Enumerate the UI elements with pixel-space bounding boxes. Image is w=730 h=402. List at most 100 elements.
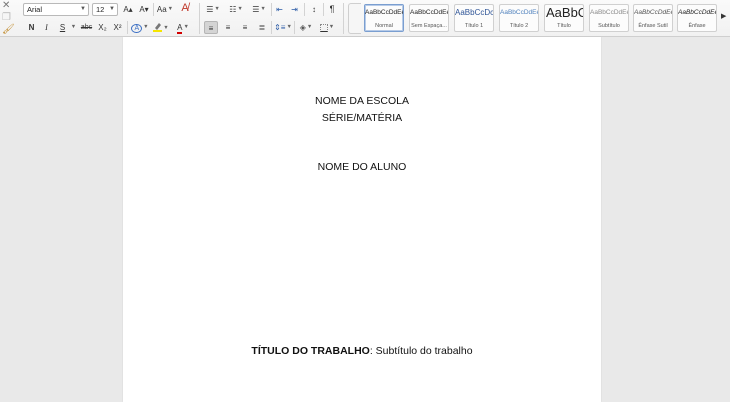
strikethrough-button[interactable]: abc bbox=[79, 21, 94, 34]
show-formatting-marks-button[interactable]: ¶ bbox=[326, 3, 338, 16]
style-name: Título 1 bbox=[464, 23, 484, 29]
bullets-button[interactable]: ☰▼ bbox=[204, 3, 222, 16]
separator bbox=[271, 21, 272, 34]
borders-button[interactable]: ▼ bbox=[317, 21, 337, 34]
styles-more-arrow-icon[interactable]: ▶ bbox=[721, 12, 726, 20]
chevron-down-icon: ▼ bbox=[143, 24, 149, 31]
cut-icon[interactable]: ✕ bbox=[2, 1, 10, 11]
font-size-value: 12 bbox=[96, 5, 105, 14]
style-name: Sem Espaça... bbox=[411, 23, 447, 29]
separator bbox=[199, 3, 200, 34]
style-sample: AaBbCcDdEe bbox=[500, 9, 539, 16]
align-center-icon[interactable]: ≡ bbox=[221, 21, 235, 34]
border-icon bbox=[319, 23, 328, 32]
clear-formatting-icon[interactable]: A̸ bbox=[177, 2, 193, 15]
style-name: Normal bbox=[375, 23, 393, 29]
font-size-combo[interactable]: 12 ▼ bbox=[92, 3, 118, 16]
justify-icon[interactable]: ≣ bbox=[255, 21, 269, 34]
highlight-button[interactable]: ▼ bbox=[152, 21, 170, 34]
chevron-down-icon: ▼ bbox=[163, 25, 169, 32]
style-subtitle[interactable]: AaBbCcDdEe Subtítulo bbox=[589, 4, 629, 32]
style-sample: AaBbCcDdEe bbox=[634, 9, 673, 16]
style-emphasis[interactable]: AaBbCcDdEe Ênfase bbox=[677, 4, 717, 32]
style-sample: AaBbC bbox=[546, 5, 584, 20]
align-right-icon[interactable]: ≡ bbox=[238, 21, 252, 34]
multilevel-list-button[interactable]: ☰▼ bbox=[249, 3, 269, 16]
increase-indent-icon[interactable]: ⇥ bbox=[288, 3, 301, 16]
shading-button[interactable]: ◈▼ bbox=[296, 21, 316, 34]
style-title[interactable]: AaBbC Título bbox=[544, 4, 584, 32]
text-effects-label: A bbox=[131, 24, 143, 33]
style-sample: AaBbCcDdEe bbox=[590, 9, 629, 16]
separator bbox=[304, 3, 305, 16]
separator bbox=[343, 3, 344, 34]
grow-font-button[interactable]: A▴ bbox=[121, 3, 135, 16]
font-name-combo[interactable]: Arial ▼ bbox=[23, 3, 89, 16]
subscript-button[interactable]: X₂ bbox=[96, 21, 109, 34]
style-name: Subtítulo bbox=[598, 23, 620, 29]
line-spacing-icon: ⇕≡ bbox=[274, 23, 286, 32]
format-painter-icon[interactable]: 🖌 bbox=[2, 25, 15, 35]
style-normal[interactable]: AaBbCcDdEe Normal bbox=[364, 4, 404, 32]
work-title-text: TÍTULO DO TRABALHO bbox=[251, 345, 370, 357]
style-heading-1[interactable]: AaBbCcDc Título 1 bbox=[454, 4, 494, 32]
chevron-down-icon: ▼ bbox=[183, 24, 189, 31]
font-color-label: A bbox=[177, 23, 183, 34]
separator bbox=[153, 3, 154, 16]
chevron-down-icon: ▼ bbox=[70, 24, 77, 31]
chevron-down-icon: ▼ bbox=[286, 24, 292, 31]
text-effects-button[interactable]: A ▼ bbox=[131, 21, 149, 34]
clipboard-tools: ✕ ❐ 🖌 bbox=[0, 0, 18, 37]
chevron-down-icon: ▼ bbox=[237, 6, 243, 13]
ribbon: ✕ ❐ 🖌 Arial ▼ 12 ▼ A▴ A▾ Aa▼ A̸ N I S ▼ … bbox=[0, 0, 730, 37]
document-page[interactable]: NOME DA ESCOLA SÉRIE/MATÉRIA NOME DO ALU… bbox=[123, 37, 601, 402]
chevron-down-icon: ▼ bbox=[167, 6, 174, 13]
school-name-text: NOME DA ESCOLA bbox=[315, 95, 409, 107]
style-name: Ênfase bbox=[688, 23, 706, 29]
style-heading-2[interactable]: AaBbCcDdEe Título 2 bbox=[499, 4, 539, 32]
separator bbox=[271, 3, 272, 16]
style-name: Título bbox=[557, 23, 571, 29]
grade-subject-text: SÉRIE/MATÉRIA bbox=[321, 112, 403, 124]
work-title-line: TÍTULO DO TRABALHO: Subtítulo do trabalh… bbox=[123, 345, 601, 357]
italic-button[interactable]: I bbox=[41, 21, 52, 34]
separator bbox=[127, 21, 128, 34]
chevron-down-icon: ▼ bbox=[80, 6, 86, 12]
style-sample: AaBbCcDdEe bbox=[365, 9, 404, 16]
superscript-button[interactable]: X² bbox=[111, 21, 124, 34]
decrease-indent-icon[interactable]: ⇤ bbox=[273, 3, 286, 16]
align-left-icon[interactable]: ≡ bbox=[204, 21, 218, 34]
copy-icon[interactable]: ❐ bbox=[2, 13, 11, 23]
chevron-down-icon: ▼ bbox=[214, 6, 220, 13]
styles-gallery-edge bbox=[348, 3, 361, 34]
multilevel-list-icon: ☰ bbox=[252, 5, 260, 14]
font-name-value: Arial bbox=[27, 5, 43, 14]
separator bbox=[323, 3, 324, 16]
change-case-button[interactable]: Aa▼ bbox=[156, 3, 174, 16]
chevron-down-icon: ▼ bbox=[260, 6, 266, 13]
sort-icon[interactable]: ↕ bbox=[307, 3, 321, 16]
work-subtitle-text: Subtítulo do trabalho bbox=[372, 345, 473, 357]
underline-button[interactable]: S bbox=[57, 21, 68, 34]
style-name: Título 2 bbox=[509, 23, 529, 29]
highlighter-icon bbox=[153, 22, 163, 32]
chevron-down-icon: ▼ bbox=[328, 24, 335, 31]
shrink-font-button[interactable]: A▾ bbox=[137, 3, 151, 16]
student-name-text: NOME DO ALUNO bbox=[317, 161, 407, 173]
style-subtle-emphasis[interactable]: AaBbCcDdEe Ênfase Sutil bbox=[633, 4, 673, 32]
style-sample: AaBbCcDdEe bbox=[678, 9, 717, 16]
separator bbox=[294, 21, 295, 34]
bold-button[interactable]: N bbox=[26, 21, 37, 34]
style-no-spacing[interactable]: AaBbCcDdEe Sem Espaça... bbox=[409, 4, 449, 32]
style-sample: AaBbCcDdEe bbox=[410, 9, 449, 16]
numbering-button[interactable]: ☷▼ bbox=[226, 3, 246, 16]
font-color-button[interactable]: A▼ bbox=[173, 21, 193, 34]
style-sample: AaBbCcDc bbox=[455, 8, 494, 17]
paint-bucket-icon: ◈ bbox=[299, 23, 306, 32]
line-spacing-button[interactable]: ⇕≡▼ bbox=[273, 21, 293, 34]
change-case-label: Aa bbox=[156, 5, 167, 14]
chevron-down-icon: ▼ bbox=[306, 24, 313, 31]
underline-options[interactable]: ▼ bbox=[69, 21, 77, 34]
bullet-list-icon: ☰ bbox=[206, 5, 214, 14]
style-name: Ênfase Sutil bbox=[638, 23, 668, 29]
